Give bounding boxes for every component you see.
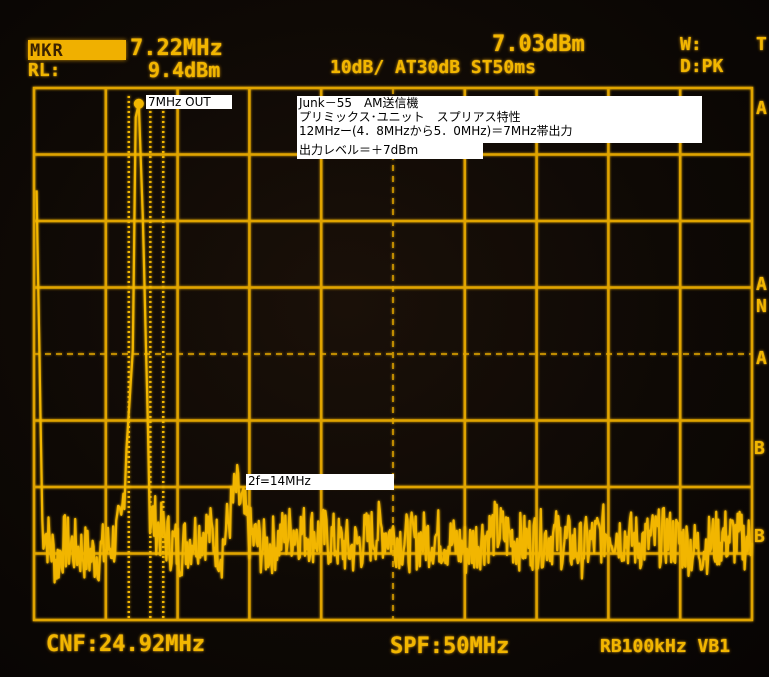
mode-w: W:: [680, 34, 702, 55]
spectrum-trace-line: [35, 102, 753, 584]
ref-level: 9.4dBm: [148, 58, 221, 82]
analyzer-screen: MKR 7.22MHz 7.03dBm W: T RL: 9.4dBm 10dB…: [0, 0, 769, 677]
detector-mode: D:PK: [680, 56, 724, 77]
span-frequency: SPF:50MHz: [390, 634, 510, 659]
marker-label: MKR: [30, 41, 64, 61]
rbw-vbw-settings: RB100kHz VB1: [600, 636, 731, 657]
ref-level-label: RL:: [28, 60, 61, 81]
spectrum-trace: [35, 96, 753, 620]
side-label-6: B: [754, 526, 765, 547]
side-label-5: B: [754, 438, 765, 459]
center-frequency: CNF:24.92MHz: [46, 632, 205, 657]
harmonic-tag-label: 2f=14MHz: [246, 474, 394, 490]
marker-dot: [133, 98, 144, 109]
marker-level: 7.03dBm: [492, 32, 585, 57]
side-label-3: N: [756, 296, 767, 317]
side-label-4: A: [756, 348, 767, 369]
edge-t: T: [756, 34, 767, 55]
title-line-1: Junk－55 AM送信機: [297, 96, 702, 110]
marker-frequency: 7.22MHz: [130, 36, 223, 61]
marker-tag-label: 7MHz OUT: [146, 95, 232, 109]
title-line-3: 12MHzー(4．8MHzから5．0MHz)＝7MHz帯出力: [297, 124, 702, 143]
side-label-2: A: [756, 274, 767, 295]
side-label-1: A: [756, 98, 767, 119]
scale-settings: 10dB/ AT30dB ST50ms: [330, 57, 536, 78]
title-line-4: 出力レベル＝＋7dBm: [297, 143, 483, 159]
title-line-2: プリミックス･ユニット スプリアス特性: [297, 110, 702, 124]
